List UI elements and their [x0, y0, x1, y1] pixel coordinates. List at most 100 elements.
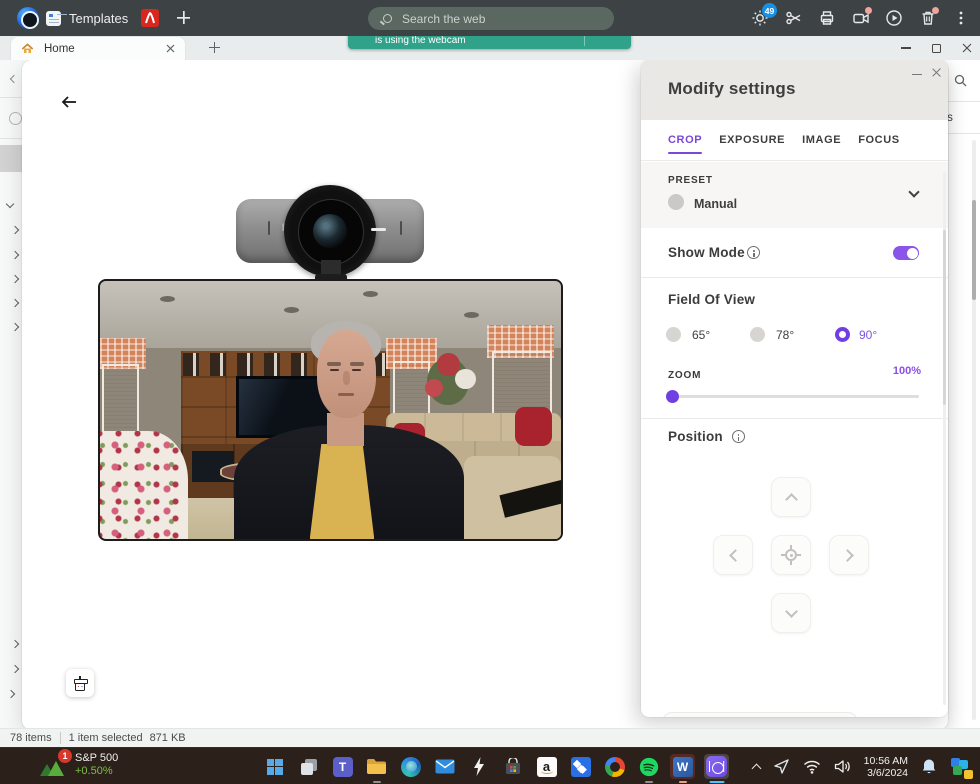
browser-top-bar: Templates Search the web — [0, 0, 980, 36]
templates-button[interactable]: Templates — [46, 6, 128, 30]
person-nose — [343, 371, 350, 385]
panel-title: Modify settings — [668, 79, 796, 99]
tree-collapse-icon[interactable] — [11, 665, 19, 673]
store-button[interactable] — [500, 754, 525, 779]
tree-expand-icon[interactable] — [6, 200, 14, 208]
windows-icon — [267, 759, 283, 775]
info-icon[interactable] — [747, 246, 760, 259]
tree-collapse-icon[interactable] — [11, 226, 19, 234]
tree-collapse-icon[interactable] — [7, 690, 15, 698]
tree-collapse-icon[interactable] — [11, 323, 19, 331]
radio-65[interactable] — [666, 327, 681, 342]
position-label: Position — [668, 429, 723, 444]
tray-expand-icon[interactable] — [751, 763, 761, 773]
templates-icon — [46, 11, 61, 26]
info-icon[interactable] — [732, 430, 745, 443]
menu-button[interactable] — [952, 9, 970, 27]
teams-button[interactable]: T — [330, 754, 355, 779]
camera-button[interactable] — [852, 9, 870, 27]
search-icon[interactable] — [954, 74, 967, 87]
status-items-count: 78 items — [10, 732, 52, 744]
snip-button[interactable] — [785, 9, 803, 27]
chrome-button[interactable] — [602, 754, 627, 779]
panel-scrollbar[interactable] — [943, 172, 946, 705]
notification-bell-icon[interactable] — [921, 758, 937, 775]
chevron-down-icon[interactable] — [908, 186, 919, 197]
start-button[interactable] — [262, 754, 287, 779]
tab-crop[interactable]: CROP — [668, 120, 702, 160]
tab-exposure[interactable]: EXPOSURE — [719, 120, 785, 160]
close-icon[interactable] — [931, 67, 942, 78]
zoom-slider-thumb[interactable] — [666, 390, 679, 403]
pdf-icon[interactable] — [141, 9, 159, 27]
pan-right-button[interactable] — [829, 535, 869, 575]
radio-90-label[interactable]: 90° — [859, 328, 877, 342]
person-mouth — [338, 393, 355, 396]
pan-down-button[interactable] — [771, 593, 811, 633]
tree-collapse-icon[interactable] — [11, 640, 19, 648]
word-button[interactable]: W — [670, 754, 695, 779]
tab-focus[interactable]: FOCUS — [858, 120, 900, 160]
volume-icon[interactable] — [834, 759, 851, 774]
preset-value: Manual — [694, 197, 737, 211]
weather-stock-widget[interactable]: 1 S&P 500 +0.50% — [40, 752, 118, 780]
partial-bottom-button[interactable] — [662, 712, 858, 717]
dropbox-button[interactable] — [568, 754, 593, 779]
back-chevron-icon[interactable] — [10, 75, 18, 83]
wifi-icon[interactable] — [803, 760, 821, 774]
search-bar[interactable]: Search the web — [368, 7, 614, 30]
chevron-right-icon — [841, 549, 854, 562]
pan-left-button[interactable] — [713, 535, 753, 575]
teams-icon: T — [333, 757, 353, 777]
scrollbar-thumb[interactable] — [972, 200, 976, 300]
explorer-scrollbar[interactable] — [972, 140, 976, 720]
show-mode-toggle[interactable] — [893, 246, 919, 260]
back-arrow-icon[interactable] — [60, 93, 78, 111]
new-tab-icon[interactable] — [209, 42, 220, 53]
copilot-icon[interactable] — [950, 757, 970, 777]
edge-button[interactable] — [398, 754, 423, 779]
location-icon[interactable] — [773, 758, 790, 775]
selected-row-fragment[interactable] — [0, 145, 22, 172]
tab-home[interactable]: Home — [10, 36, 186, 60]
amazon-button[interactable]: a — [534, 754, 559, 779]
minimize-icon[interactable] — [912, 74, 922, 75]
tab-image[interactable]: IMAGE — [802, 120, 841, 160]
window-close-icon[interactable] — [962, 43, 972, 53]
radio-78[interactable] — [750, 327, 765, 342]
trash-button[interactable] — [919, 9, 937, 27]
show-mode-label: Show Mode — [668, 245, 745, 260]
spotify-button[interactable] — [636, 754, 661, 779]
radio-78-label[interactable]: 78° — [776, 328, 794, 342]
add-tab-icon[interactable] — [177, 11, 190, 24]
running-indicator — [373, 781, 381, 784]
window-minimize-icon[interactable] — [901, 47, 911, 48]
refresh-icon[interactable] — [9, 112, 22, 125]
tab-close-icon[interactable] — [166, 44, 175, 53]
preset-dropdown[interactable]: PRESET Manual — [641, 162, 948, 228]
mail-button[interactable] — [432, 754, 457, 779]
copilot-badge — [964, 770, 973, 779]
logi-options-button[interactable] — [704, 754, 729, 779]
browser-logo-icon[interactable] — [17, 7, 39, 29]
stock-chart-icon: 1 — [40, 754, 66, 780]
zoom-slider[interactable] — [668, 395, 919, 398]
window-maximize-icon[interactable] — [932, 44, 941, 53]
pan-up-button[interactable] — [771, 477, 811, 517]
center-position-button[interactable] — [771, 535, 811, 575]
radio-90[interactable] — [835, 327, 850, 342]
person-eye — [330, 369, 339, 372]
taskbar-clock[interactable]: 10:56 AM 3/6/2024 — [864, 755, 908, 779]
print-button[interactable] — [818, 9, 836, 27]
radio-65-label[interactable]: 65° — [692, 328, 710, 342]
device-button[interactable] — [66, 669, 94, 697]
brightness-button[interactable]: 49 — [751, 9, 769, 27]
launcher-button[interactable] — [466, 754, 491, 779]
play-button[interactable] — [885, 9, 903, 27]
tree-collapse-icon[interactable] — [11, 299, 19, 307]
task-view-button[interactable] — [296, 754, 321, 779]
person-eye — [352, 369, 361, 372]
tree-collapse-icon[interactable] — [11, 251, 19, 259]
file-explorer-button[interactable] — [364, 754, 389, 779]
tree-collapse-icon[interactable] — [11, 275, 19, 283]
